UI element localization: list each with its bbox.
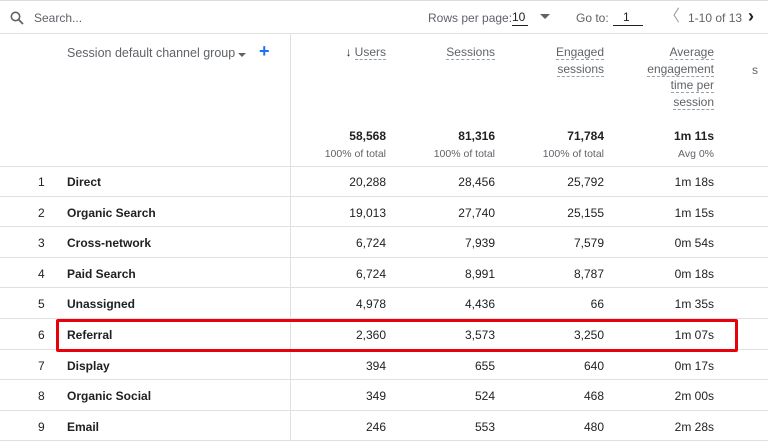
column-header-clipped: s: [752, 63, 758, 77]
table-row[interactable]: 8 Organic Social 349 524 468 2m 00s: [0, 380, 768, 411]
total-sessions-sub: 100% of total: [433, 148, 495, 160]
total-engaged-sessions: 71,784: [567, 129, 604, 143]
users-value: 349: [365, 389, 386, 404]
avg-engagement-value: 1m 18s: [674, 175, 714, 189]
engaged-sessions-value: 25,155: [567, 205, 604, 220]
channel-name[interactable]: Organic Search: [67, 206, 156, 220]
avg-engagement-value: 2m 00s: [674, 389, 714, 404]
engaged-sessions-value: 640: [583, 358, 604, 373]
chevron-left-icon[interactable]: 〈: [664, 9, 680, 25]
users-value: 246: [365, 419, 386, 434]
chevron-down-icon[interactable]: [540, 14, 550, 19]
sessions-value: 7,939: [464, 236, 495, 251]
engaged-sessions-value: 468: [583, 389, 604, 404]
total-avg-engagement-time: 1m 11s: [673, 129, 714, 143]
row-index: 5: [38, 297, 45, 312]
engaged-sessions-value: 8,787: [573, 266, 604, 281]
engaged-sessions-value: 7,579: [573, 236, 604, 251]
avg-engagement-value: 0m 54s: [674, 236, 714, 251]
row-index: 7: [38, 358, 45, 373]
rows-per-page-label: Rows per page:: [428, 11, 513, 25]
users-value: 6,724: [355, 236, 386, 251]
users-value: 19,013: [349, 205, 386, 220]
chevron-right-icon[interactable]: ›: [748, 7, 754, 25]
table-header: Session default channel group + ↓ Users S…: [0, 34, 768, 167]
total-users-sub: 100% of total: [324, 148, 386, 160]
avg-engagement-value: 1m 15s: [674, 205, 714, 220]
total-sessions: 81,316: [458, 129, 495, 143]
table-row[interactable]: 4 Paid Search 6,724 8,991 8,787 0m 18s: [0, 257, 768, 289]
row-index: 3: [38, 236, 45, 251]
channel-name[interactable]: Cross-network: [67, 236, 151, 250]
engaged-sessions-value: 25,792: [567, 175, 604, 189]
pagination-range: 1-10 of 13: [688, 11, 743, 25]
add-dimension-icon[interactable]: +: [259, 42, 270, 60]
sessions-value: 655: [474, 358, 495, 373]
table-row[interactable]: 7 Display 394 655 640 0m 17s: [0, 349, 768, 381]
column-header-engaged-sessions[interactable]: Engaged sessions: [520, 44, 604, 77]
sessions-value: 4,436: [464, 297, 495, 312]
rows-per-page-select[interactable]: 10: [512, 10, 528, 26]
avg-engagement-value: 2m 28s: [674, 419, 714, 434]
table-row[interactable]: 3 Cross-network 6,724 7,939 7,579 0m 54s: [0, 227, 768, 258]
row-index: 1: [38, 175, 45, 189]
chevron-down-icon[interactable]: [238, 53, 246, 57]
row-index: 9: [38, 419, 45, 434]
users-value: 4,978: [355, 297, 386, 312]
dimension-selector[interactable]: Session default channel group: [67, 46, 235, 60]
table-row[interactable]: 9 Email 246 553 480 2m 28s: [0, 410, 768, 442]
column-divider: [290, 34, 291, 166]
row-index: 6: [38, 327, 45, 342]
sessions-value: 553: [474, 419, 495, 434]
row-index: 8: [38, 389, 45, 404]
column-header-avg-engagement-time[interactable]: Average engagement time per session: [630, 44, 714, 110]
column-header-sessions[interactable]: Sessions: [410, 44, 495, 61]
sort-arrow-icon: ↓: [345, 45, 352, 59]
engaged-sessions-value: 480: [583, 419, 604, 434]
row-index: 4: [38, 266, 45, 281]
users-value: 394: [365, 358, 386, 373]
avg-engagement-value: 0m 17s: [674, 358, 714, 373]
sessions-value: 28,456: [458, 175, 495, 189]
avg-engagement-value: 0m 18s: [674, 266, 714, 281]
table-row[interactable]: 1 Direct 20,288 28,456 25,792 1m 18s: [0, 166, 768, 197]
row-index: 2: [38, 205, 45, 220]
channel-name[interactable]: Unassigned: [67, 297, 135, 311]
go-to-label: Go to:: [576, 11, 609, 25]
table-toolbar: Search... Rows per page: 10 Go to: 1 〈 1…: [0, 0, 768, 34]
search-input[interactable]: Search...: [34, 11, 82, 25]
search-icon[interactable]: [10, 11, 24, 25]
channel-name[interactable]: Email: [67, 420, 99, 434]
total-users: 58,568: [349, 129, 386, 143]
channel-name[interactable]: Organic Social: [67, 389, 151, 403]
total-avg-sub: Avg 0%: [678, 148, 714, 160]
avg-engagement-value: 1m 35s: [674, 297, 714, 312]
users-value: 6,724: [355, 266, 386, 281]
engaged-sessions-value: 66: [590, 297, 604, 312]
column-header-users[interactable]: ↓ Users: [300, 44, 386, 61]
table-row[interactable]: 5 Unassigned 4,978 4,436 66 1m 35s: [0, 288, 768, 319]
sessions-value: 524: [474, 389, 495, 404]
total-engaged-sub: 100% of total: [542, 148, 604, 160]
go-to-page-input[interactable]: 1: [613, 10, 643, 26]
channel-name[interactable]: Paid Search: [67, 267, 136, 281]
table-row[interactable]: 2 Organic Search 19,013 27,740 25,155 1m…: [0, 196, 768, 228]
users-value: 20,288: [349, 175, 386, 189]
channel-name[interactable]: Display: [67, 359, 110, 373]
row-highlight-annotation: [56, 319, 738, 352]
sessions-value: 27,740: [458, 205, 495, 220]
channel-name[interactable]: Direct: [67, 175, 101, 189]
sessions-value: 8,991: [464, 266, 495, 281]
table-body: 1 Direct 20,288 28,456 25,792 1m 18s 2 O…: [0, 166, 768, 442]
